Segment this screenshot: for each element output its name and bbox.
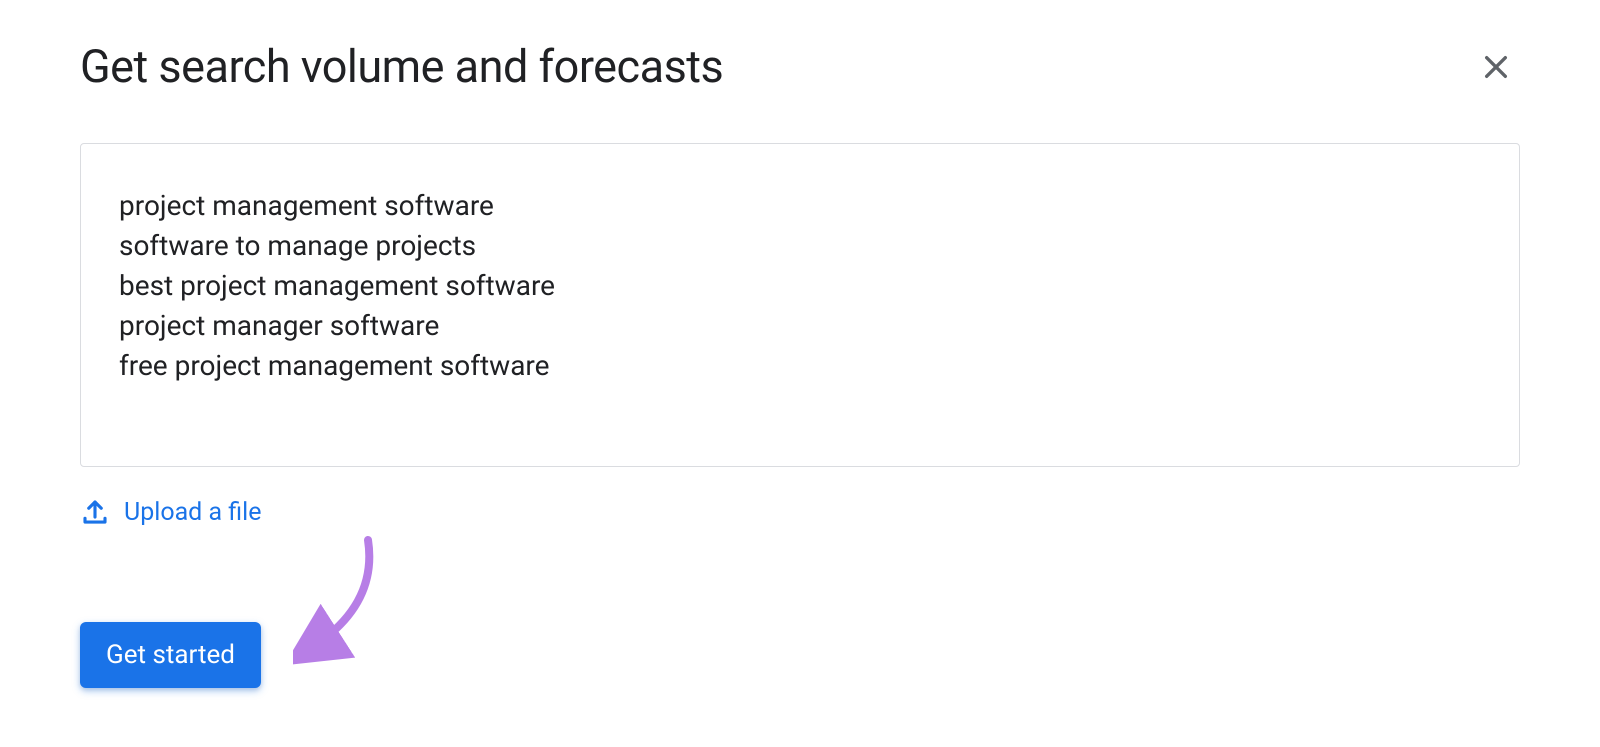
upload-file-link[interactable]: Upload a file [80, 497, 261, 527]
upload-icon [80, 497, 110, 527]
dialog-header: Get search volume and forecasts [80, 40, 1520, 93]
close-icon [1480, 51, 1512, 83]
keywords-input-container: project management software software to … [80, 143, 1520, 467]
keywords-textarea[interactable]: project management software software to … [119, 186, 1481, 386]
dialog-container: Get search volume and forecasts project … [0, 0, 1600, 728]
page-title: Get search volume and forecasts [80, 40, 723, 93]
upload-file-label: Upload a file [124, 498, 261, 527]
close-button[interactable] [1472, 43, 1520, 91]
get-started-button[interactable]: Get started [80, 622, 261, 688]
